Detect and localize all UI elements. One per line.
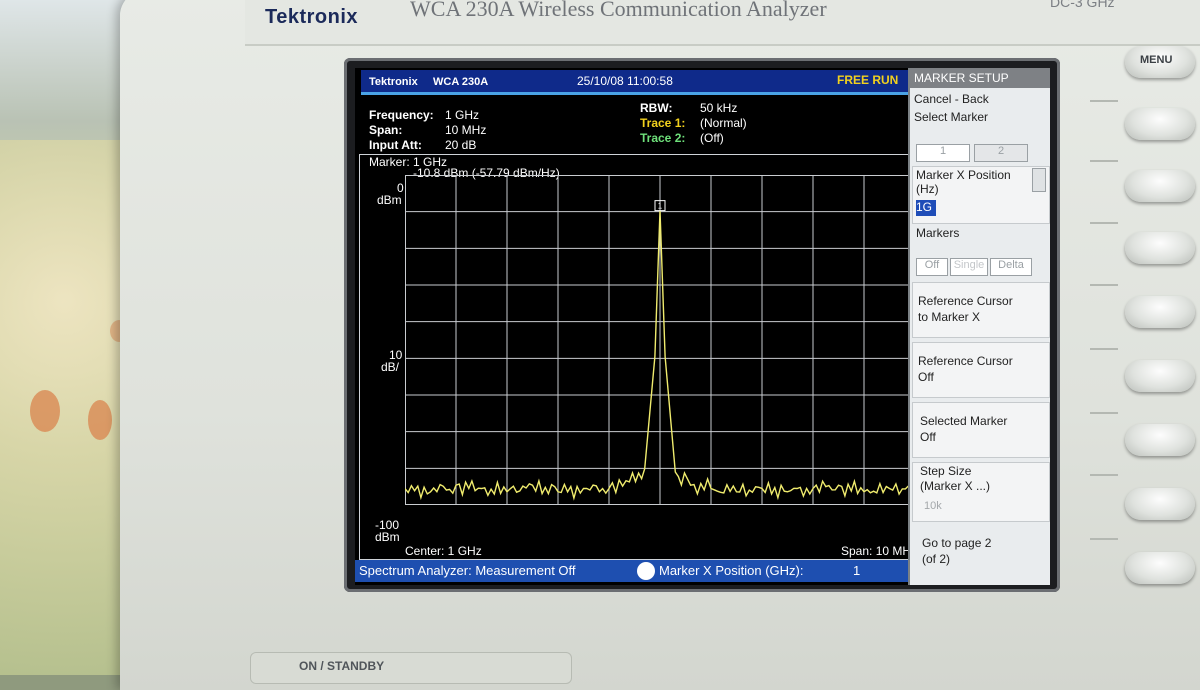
key-divider — [1090, 474, 1118, 476]
softkey-8[interactable] — [1125, 552, 1195, 584]
status-message: Spectrum Analyzer: Measurement Off — [359, 563, 576, 578]
softkey-2[interactable] — [1125, 170, 1195, 202]
step-size-value[interactable]: 10k — [924, 500, 942, 512]
markers-off-button[interactable]: Off — [916, 258, 948, 276]
menu-title-text: MARKER SETUP — [914, 71, 1009, 85]
header-datetime: 25/10/08 11:00:58 — [577, 74, 673, 88]
spectrum-chart: 1 — [405, 175, 915, 505]
y-axis-bottom-unit: dBm — [375, 530, 400, 544]
x-axis-center: Center: 1 GHz — [405, 544, 482, 558]
trace1-label: Trace 1: — [640, 116, 686, 130]
key-divider — [1090, 348, 1118, 350]
trace2-label: Trace 2: — [640, 131, 686, 145]
softkey-3[interactable] — [1125, 232, 1195, 264]
knob-icon — [637, 562, 655, 580]
frequency-label: Frequency: — [369, 108, 434, 122]
x-axis-span: Span: 10 MHz — [841, 544, 918, 558]
go-to-page-l2[interactable]: (of 2) — [922, 552, 950, 566]
softkey-4[interactable] — [1125, 296, 1195, 328]
status-bar: Spectrum Analyzer: Measurement Off Marke… — [355, 560, 925, 582]
cloth-flower — [30, 390, 60, 432]
marker-x-position-unit: (Hz) — [916, 182, 939, 196]
step-size-l1: Step Size — [920, 464, 972, 478]
input-att-label: Input Att: — [369, 138, 422, 152]
marker-1-button[interactable]: 1 — [916, 144, 970, 162]
standby-button[interactable]: ON / STANDBY — [250, 652, 572, 684]
input-att-value: 20 dB — [445, 138, 477, 152]
trace2-value: (Off) — [700, 131, 724, 145]
status-field-value: 1 — [853, 563, 861, 578]
markers-delta-button[interactable]: Delta — [990, 258, 1032, 276]
spinner-arrows-icon[interactable] — [1032, 168, 1046, 192]
marker-2-button[interactable]: 2 — [974, 144, 1028, 162]
frequency-value: 1 GHz — [445, 108, 480, 122]
key-divider — [1090, 538, 1118, 540]
trace1-value: (Normal) — [700, 116, 747, 130]
key-divider — [1090, 284, 1118, 286]
menu-cancel-back[interactable]: Cancel - Back — [914, 92, 989, 106]
softkey-5[interactable] — [1125, 360, 1195, 392]
span-label: Span: — [369, 123, 403, 137]
marker-x-position-input[interactable]: 1G — [916, 200, 936, 216]
menu-title: MARKER SETUP — [910, 68, 1050, 88]
markers-label: Markers — [916, 226, 960, 240]
device-brand-logo: Tektronix — [265, 6, 359, 28]
softkey-6[interactable] — [1125, 424, 1195, 456]
header-brand: Tektronix — [369, 76, 418, 88]
ref-cursor-to-marker-l1: Reference Cursor — [918, 294, 1013, 308]
marker-setup-menu: MARKER SETUP Cancel - Back Select Marker… — [908, 68, 1050, 585]
rbw-value: 50 kHz — [700, 101, 738, 115]
marker-number-label: 1 — [658, 202, 663, 211]
standby-label: ON / STANDBY — [299, 659, 385, 673]
key-divider — [1090, 100, 1118, 102]
ref-cursor-off-l2: Off — [918, 370, 934, 384]
analyzer-screen: Tektronix WCA 230A 25/10/08 11:00:58 FRE… — [355, 68, 1050, 585]
ref-cursor-off-l1: Reference Cursor — [918, 354, 1013, 368]
header-model: WCA 230A — [433, 76, 489, 88]
run-mode-indicator: FREE RUN — [837, 73, 899, 87]
rbw-label: RBW: — [640, 101, 673, 115]
y-axis-scale-unit: dB/ — [381, 360, 400, 374]
screen-header: Tektronix WCA 230A 25/10/08 11:00:58 FRE… — [355, 68, 910, 96]
span-value: 10 MHz — [445, 123, 487, 137]
markers-single-button[interactable]: Single — [950, 258, 988, 276]
go-to-page-l1[interactable]: Go to page 2 — [922, 536, 991, 550]
cloth-flower — [88, 400, 112, 440]
softkey-7[interactable] — [1125, 488, 1195, 520]
ref-cursor-to-marker-l2: to Marker X — [918, 310, 981, 324]
y-axis-top-unit: dBm — [377, 193, 402, 207]
device-model-title: WCA 230A Wireless Communication Analyzer — [410, 0, 827, 21]
key-divider — [1090, 160, 1118, 162]
selected-marker-off-l2: Off — [920, 430, 936, 444]
marker-x-position-label: Marker X Position — [916, 168, 1011, 182]
selected-marker-off-l1: Selected Marker — [920, 414, 1008, 428]
step-size-l2: (Marker X ...) — [920, 479, 991, 493]
status-field-label: Marker X Position (GHz): — [659, 563, 804, 578]
key-divider — [1090, 412, 1118, 414]
menu-key-label: MENU — [1140, 54, 1173, 66]
softkey-1[interactable] — [1125, 108, 1195, 140]
key-divider — [1090, 222, 1118, 224]
menu-select-marker-label: Select Marker — [914, 110, 989, 124]
device-range-badge: DC-3 GHz — [1050, 0, 1115, 10]
